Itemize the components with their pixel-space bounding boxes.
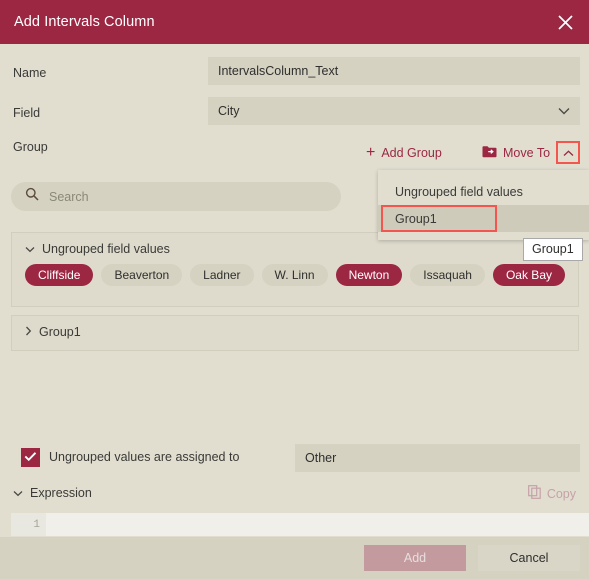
- group-label: Group: [13, 140, 48, 154]
- move-to-button[interactable]: Move To: [482, 145, 550, 161]
- field-value-chip[interactable]: Cliffside: [25, 264, 94, 286]
- checkmark-icon: [24, 449, 37, 467]
- menu-item-ungrouped-field-values[interactable]: Ungrouped field values: [378, 178, 589, 205]
- cancel-button[interactable]: Cancel: [478, 545, 580, 571]
- close-icon[interactable]: [547, 4, 583, 40]
- add-intervals-column-dialog: Add Intervals Column Name IntervalsColum…: [0, 0, 589, 579]
- field-value-chip[interactable]: W. Linn: [261, 264, 328, 286]
- field-value-chip[interactable]: Issaquah: [410, 264, 485, 286]
- dialog-title: Add Intervals Column: [14, 14, 155, 30]
- menu-item-group1-wrapper: Group1: [378, 205, 589, 232]
- editor-code-line[interactable]: [46, 513, 589, 536]
- search-input[interactable]: Search: [11, 182, 341, 211]
- chevron-right-icon: [25, 325, 32, 339]
- group1-panel-header[interactable]: Group1: [12, 316, 578, 339]
- move-to-caret-button[interactable]: [556, 141, 580, 164]
- group1-panel: Group1: [11, 315, 579, 351]
- move-to-label: Move To: [503, 146, 551, 160]
- add-button[interactable]: Add: [364, 545, 466, 571]
- dialog-titlebar: Add Intervals Column: [0, 0, 589, 44]
- ungrouped-assigned-value-input[interactable]: Other: [295, 444, 580, 472]
- name-label: Name: [13, 66, 47, 80]
- field-value-chip[interactable]: Beaverton: [101, 264, 183, 286]
- group1-panel-title: Group1: [39, 325, 81, 339]
- expression-editor[interactable]: 1: [11, 513, 589, 536]
- ungrouped-panel-title: Ungrouped field values: [42, 242, 170, 256]
- copy-button[interactable]: Copy: [527, 485, 576, 502]
- plus-icon: +: [366, 144, 376, 161]
- editor-line-number: 1: [11, 513, 46, 536]
- field-value-chip[interactable]: Newton: [335, 264, 403, 286]
- add-group-button[interactable]: + Add Group: [366, 145, 442, 161]
- search-placeholder: Search: [49, 189, 89, 204]
- copy-icon: [527, 485, 541, 502]
- move-to-folder-icon: [482, 145, 497, 161]
- ungrouped-field-values-panel: Ungrouped field values Cliffside Beaverto…: [11, 232, 579, 307]
- add-group-label: Add Group: [381, 146, 442, 160]
- tooltip: Group1: [523, 238, 583, 261]
- field-value-chip[interactable]: Oak Bay: [492, 264, 565, 286]
- field-select[interactable]: City: [208, 97, 580, 125]
- field-select-value: City: [218, 104, 240, 118]
- menu-item-group1[interactable]: Group1: [378, 205, 589, 232]
- copy-label: Copy: [546, 486, 576, 501]
- field-label: Field: [13, 106, 41, 120]
- chevron-up-icon: [563, 144, 574, 162]
- field-value-chip[interactable]: Ladner: [190, 264, 254, 286]
- chevron-down-icon: [13, 486, 23, 500]
- expression-label: Expression: [30, 486, 92, 500]
- name-input[interactable]: IntervalsColumn_Text: [208, 57, 580, 85]
- ungrouped-assigned-checkbox[interactable]: [21, 448, 40, 467]
- chevron-down-icon: [558, 104, 570, 118]
- move-to-dropdown-menu: Ungrouped field values Group1: [378, 170, 589, 240]
- chevron-down-icon: [25, 242, 35, 256]
- ungrouped-chip-list: Cliffside Beaverton Ladner W. Linn Newton Iss…: [12, 256, 578, 286]
- ungrouped-assigned-label: Ungrouped values are assigned to: [49, 450, 240, 464]
- expression-section-header[interactable]: Expression: [13, 486, 92, 500]
- search-icon: [25, 187, 39, 206]
